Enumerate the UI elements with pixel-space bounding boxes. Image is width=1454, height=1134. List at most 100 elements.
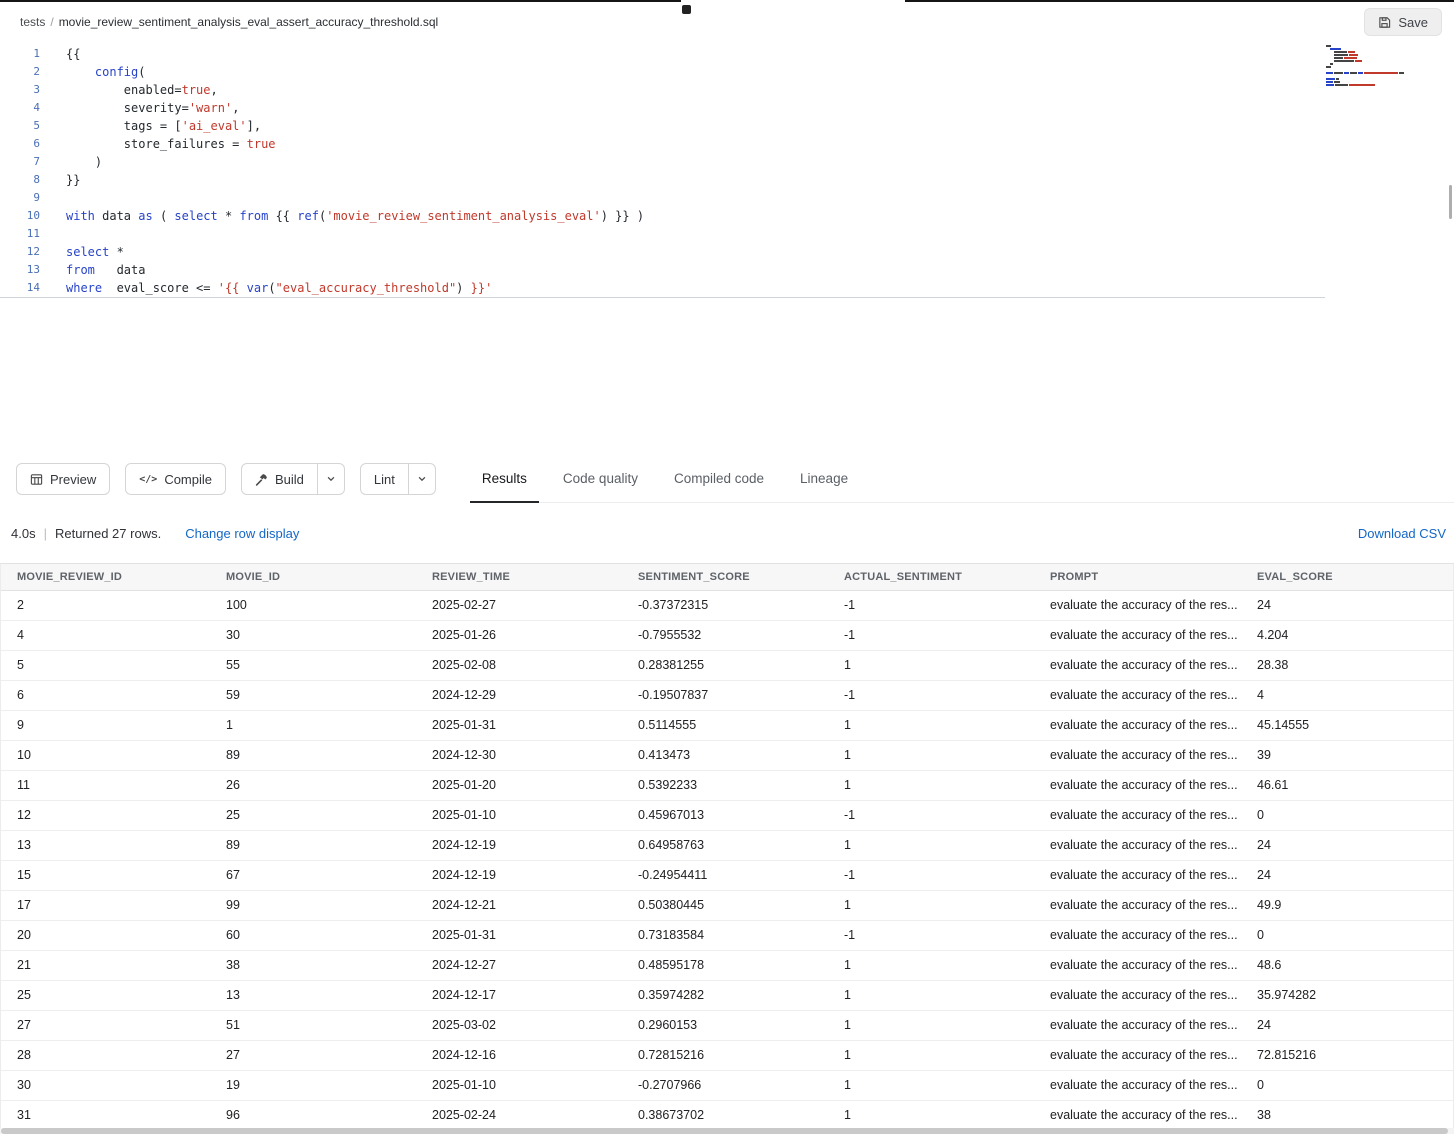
table-cell: 27 (210, 1040, 416, 1070)
prompt-cell: evaluate the accuracy of the res... (1034, 890, 1241, 920)
minimap-line (1326, 72, 1398, 74)
results-table: MOVIE_REVIEW_IDMOVIE_IDREVIEW_TIMESENTIM… (1, 564, 1453, 1128)
code-line[interactable]: 14where eval_score <= '{{ var("eval_accu… (0, 279, 1454, 297)
table-cell: 30 (1, 1070, 210, 1100)
lint-button[interactable]: Lint (360, 463, 409, 495)
table-cell: 0.5114555 (622, 710, 828, 740)
minimap-line (1326, 54, 1398, 56)
save-button[interactable]: Save (1364, 8, 1442, 36)
tab-results[interactable]: Results (482, 455, 527, 502)
code-line[interactable]: 10with data as ( select * from {{ ref('m… (0, 207, 1454, 225)
table-cell: 0.35974282 (622, 980, 828, 1010)
compile-button[interactable]: </> Compile (125, 463, 226, 495)
minimap-line (1326, 69, 1398, 71)
code-line[interactable]: 11 (0, 225, 1454, 243)
prompt-cell-text: evaluate the accuracy of the res... (1050, 958, 1238, 972)
column-header: PROMPT (1034, 564, 1241, 590)
table-cell: 1 (828, 650, 1034, 680)
code-line[interactable]: 1{{ (0, 45, 1454, 63)
tab-code-quality[interactable]: Code quality (563, 455, 638, 502)
download-csv-link[interactable]: Download CSV (1358, 526, 1446, 541)
results-statusbar: 4.0s | Returned 27 rows. Change row disp… (0, 503, 1454, 563)
prompt-cell-text: evaluate the accuracy of the res... (1050, 808, 1238, 822)
line-number: 7 (0, 153, 40, 171)
editor-scrollbar-thumb[interactable] (1449, 185, 1452, 219)
breadcrumb-separator: / (50, 15, 53, 29)
table-cell: 1 (828, 980, 1034, 1010)
table-cell: 0 (1241, 1070, 1453, 1100)
prompt-cell-text: evaluate the accuracy of the res... (1050, 718, 1238, 732)
table-cell: 1 (210, 710, 416, 740)
minimap-line (1326, 78, 1398, 80)
preview-button[interactable]: Preview (16, 463, 110, 495)
table-cell: -0.24954411 (622, 860, 828, 890)
tab-compiled-code[interactable]: Compiled code (674, 455, 764, 502)
horizontal-scrollbar-thumb[interactable] (1, 1128, 1448, 1134)
table-cell: 35.974282 (1241, 980, 1453, 1010)
tab-lineage[interactable]: Lineage (800, 455, 848, 502)
code-text: with data as ( select * from {{ ref('mov… (40, 207, 644, 225)
table-cell: -1 (828, 620, 1034, 650)
change-row-display-link[interactable]: Change row display (185, 526, 299, 541)
table-cell: -0.7955532 (622, 620, 828, 650)
code-line[interactable]: 8}} (0, 171, 1454, 189)
column-header: EVAL_SCORE (1241, 564, 1453, 590)
column-header: ACTUAL_SENTIMENT (828, 564, 1034, 590)
code-line[interactable]: 4 severity='warn', (0, 99, 1454, 117)
line-number: 5 (0, 117, 40, 135)
prompt-cell: evaluate the accuracy of the res... (1034, 650, 1241, 680)
table-cell: 27 (1, 1010, 210, 1040)
table-row: 15672024-12-19-0.24954411-1evaluate the … (1, 860, 1453, 890)
prompt-cell-text: evaluate the accuracy of the res... (1050, 748, 1238, 762)
code-line[interactable]: 3 enabled=true, (0, 81, 1454, 99)
table-cell: 89 (210, 740, 416, 770)
table-cell: -1 (828, 860, 1034, 890)
code-line[interactable]: 12select * (0, 243, 1454, 261)
build-button[interactable]: Build (241, 463, 318, 495)
table-cell: 2024-12-27 (416, 950, 622, 980)
table-cell: 51 (210, 1010, 416, 1040)
table-cell: 60 (210, 920, 416, 950)
table-cell: 96 (210, 1100, 416, 1128)
line-number: 9 (0, 189, 40, 207)
table-cell: -0.37372315 (622, 590, 828, 620)
line-number: 3 (0, 81, 40, 99)
code-line[interactable]: 9 (0, 189, 1454, 207)
code-line[interactable]: 5 tags = ['ai_eval'], (0, 117, 1454, 135)
prompt-cell-text: evaluate the accuracy of the res... (1050, 598, 1238, 612)
table-cell: 2025-01-10 (416, 1070, 622, 1100)
table-cell: 20 (1, 920, 210, 950)
prompt-cell: evaluate the accuracy of the res... (1034, 620, 1241, 650)
hammer-icon (255, 473, 268, 486)
line-number: 6 (0, 135, 40, 153)
prompt-cell: evaluate the accuracy of the res... (1034, 860, 1241, 890)
breadcrumb-folder[interactable]: tests (20, 15, 45, 29)
minimap[interactable] (1326, 45, 1398, 87)
prompt-cell-text: evaluate the accuracy of the res... (1050, 1018, 1238, 1032)
tab-strip-border-left (0, 0, 681, 2)
table-cell: 2025-01-31 (416, 920, 622, 950)
horizontal-scrollbar[interactable] (0, 1128, 1454, 1134)
prompt-cell-text: evaluate the accuracy of the res... (1050, 868, 1238, 882)
lint-dropdown-button[interactable] (409, 463, 436, 495)
table-row: 10892024-12-300.4134731evaluate the accu… (1, 740, 1453, 770)
table-row: 5552025-02-080.283812551evaluate the acc… (1, 650, 1453, 680)
code-line[interactable]: 2 config( (0, 63, 1454, 81)
prompt-cell: evaluate the accuracy of the res... (1034, 1100, 1241, 1128)
table-cell: 13 (210, 980, 416, 1010)
table-cell: 2025-02-27 (416, 590, 622, 620)
code-line[interactable]: 13from data (0, 261, 1454, 279)
prompt-cell: evaluate the accuracy of the res... (1034, 920, 1241, 950)
table-cell: 0.38673702 (622, 1100, 828, 1128)
prompt-cell-text: evaluate the accuracy of the res... (1050, 1048, 1238, 1062)
table-cell: 48.6 (1241, 950, 1453, 980)
table-grid-icon (30, 473, 43, 486)
build-dropdown-button[interactable] (318, 463, 345, 495)
code-line[interactable]: 7 ) (0, 153, 1454, 171)
table-cell: 2024-12-19 (416, 830, 622, 860)
table-cell: 2024-12-30 (416, 740, 622, 770)
code-line[interactable]: 6 store_failures = true (0, 135, 1454, 153)
code-editor[interactable]: 1{{2 config(3 enabled=true,4 severity='w… (0, 41, 1454, 455)
table-row: 31962025-02-240.386737021evaluate the ac… (1, 1100, 1453, 1128)
table-cell: 38 (1241, 1100, 1453, 1128)
